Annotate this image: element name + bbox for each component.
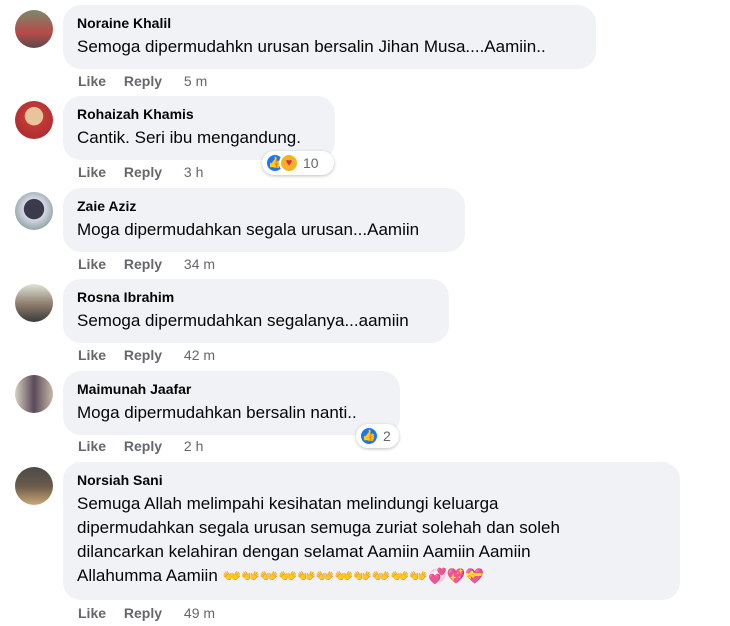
reaction-count: 2	[383, 428, 391, 444]
comment-text-line: Semuga Allah melimpahi kesihatan melindu…	[77, 494, 499, 513]
author-name[interactable]: Noraine Khalil	[77, 14, 582, 32]
comment-text-line: dipermudahkan segala urusan semuga zuria…	[77, 518, 560, 537]
timestamp[interactable]: 49 m	[184, 605, 215, 621]
timestamp[interactable]: 42 m	[184, 347, 215, 363]
reply-button[interactable]: Reply	[124, 347, 162, 363]
avatar[interactable]	[15, 467, 53, 505]
comment-actions: Like Reply 3 h	[78, 163, 203, 181]
reaction-count: 10	[303, 155, 319, 171]
reply-button[interactable]: Reply	[124, 164, 162, 180]
like-icon: 👍	[359, 426, 379, 446]
comment-text-line: Allahumma Aamiin 👐👐👐👐👐👐👐👐👐👐👐💞💖💝	[77, 564, 666, 588]
comment-text: Semoga dipermudahkan segalanya...aamiin	[77, 311, 409, 330]
like-button[interactable]: Like	[78, 164, 106, 180]
comment-text: Moga dipermudahkan bersalin nanti..	[77, 403, 357, 422]
timestamp[interactable]: 5 m	[184, 73, 207, 89]
reply-button[interactable]: Reply	[124, 605, 162, 621]
like-button[interactable]: Like	[78, 347, 106, 363]
comment-actions: Like Reply 42 m	[78, 346, 215, 364]
reaction-summary[interactable]: 👍 2	[356, 424, 399, 448]
comment-text: Semoga dipermudahkn urusan bersalin Jiha…	[77, 37, 546, 56]
reply-button[interactable]: Reply	[124, 256, 162, 272]
emoji-sequence: 👐👐👐👐👐👐👐👐👐👐👐💞💖💝	[222, 567, 484, 585]
like-button[interactable]: Like	[78, 605, 106, 621]
comment-bubble: Rosna Ibrahim Semoga dipermudahkan segal…	[63, 279, 449, 343]
comment-actions: Like Reply 5 m	[78, 72, 207, 90]
avatar[interactable]	[15, 10, 53, 48]
author-name[interactable]: Maimunah Jaafar	[77, 380, 386, 398]
like-button[interactable]: Like	[78, 438, 106, 454]
author-name[interactable]: Rohaizah Khamis	[77, 105, 321, 123]
comment-bubble: Maimunah Jaafar Moga dipermudahkan bersa…	[63, 371, 400, 435]
avatar[interactable]	[15, 375, 53, 413]
care-icon: ♥	[279, 153, 299, 173]
comment-actions: Like Reply 2 h	[78, 437, 203, 455]
comment-text-line: dilancarkan kelahiran dengan selamat Aam…	[77, 542, 531, 561]
timestamp[interactable]: 34 m	[184, 256, 215, 272]
comment-text: Moga dipermudahkan segala urusan...Aamii…	[77, 220, 420, 239]
author-name[interactable]: Rosna Ibrahim	[77, 288, 435, 306]
reply-button[interactable]: Reply	[124, 73, 162, 89]
comment-text: Semuga Allah melimpahi kesihatan melindu…	[77, 492, 666, 588]
comment-actions: Like Reply 49 m	[78, 604, 215, 622]
author-name[interactable]: Norsiah Sani	[77, 471, 666, 489]
comment-bubble: Zaie Aziz Moga dipermudahkan segala urus…	[63, 188, 465, 252]
reply-button[interactable]: Reply	[124, 438, 162, 454]
avatar[interactable]	[15, 192, 53, 230]
comment-bubble: Norsiah Sani Semuga Allah melimpahi kesi…	[63, 462, 680, 600]
comment-bubble: Noraine Khalil Semoga dipermudahkn urusa…	[63, 5, 596, 69]
comment-actions: Like Reply 34 m	[78, 255, 215, 273]
like-button[interactable]: Like	[78, 73, 106, 89]
avatar[interactable]	[15, 284, 53, 322]
like-button[interactable]: Like	[78, 256, 106, 272]
reaction-summary[interactable]: 👍 ♥ 10	[262, 151, 334, 175]
author-name[interactable]: Zaie Aziz	[77, 197, 451, 215]
timestamp[interactable]: 2 h	[184, 438, 203, 454]
comment-text-fragment: Allahumma Aamiin	[77, 566, 218, 585]
avatar[interactable]	[15, 101, 53, 139]
comment-text: Cantik. Seri ibu mengandung.	[77, 128, 301, 147]
timestamp[interactable]: 3 h	[184, 164, 203, 180]
